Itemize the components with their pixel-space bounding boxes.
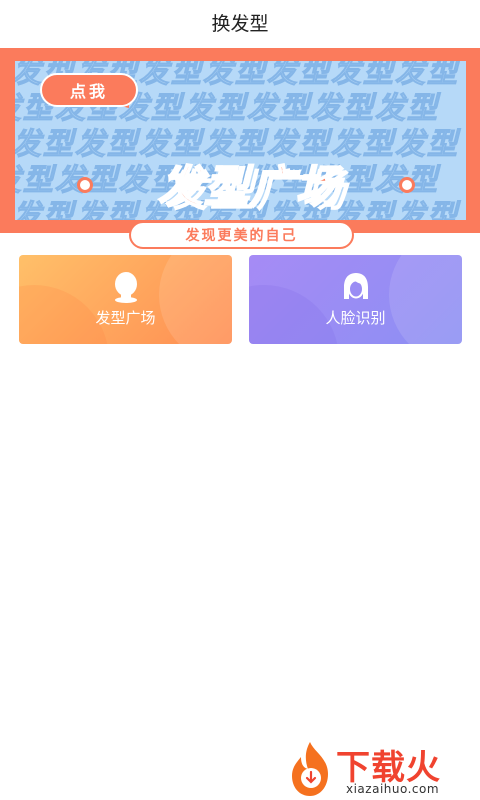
banner-title: 发型广场 (157, 161, 342, 214)
page-title: 换发型 (211, 12, 269, 35)
hair-head-icon (115, 272, 137, 303)
watermark-url: xiazaihuo.com (346, 782, 440, 796)
watermark-logo: 下载火 xiazaihuo.com (284, 736, 480, 800)
face-recognition-label: 人脸识别 (325, 309, 386, 327)
face-outline-icon (344, 273, 368, 299)
card-decoration (389, 255, 462, 344)
card-decoration (159, 255, 232, 344)
flame-logo-icon (292, 742, 328, 796)
top-navigation-bar: 换发型 (0, 0, 480, 44)
face-recognition-card[interactable]: 人脸识别 (249, 255, 462, 344)
banner-subtitle-pill: 发现更美的自己 (129, 221, 354, 249)
banner-dot-left (77, 177, 93, 193)
hairstyle-plaza-card[interactable]: 发型广场 (19, 255, 232, 344)
hairstyle-plaza-label: 发型广场 (95, 309, 156, 327)
banner-subtitle: 发现更美的自己 (185, 228, 298, 244)
tap-me-tag[interactable]: 点我 (40, 73, 138, 107)
banner-dot-right (399, 177, 415, 193)
